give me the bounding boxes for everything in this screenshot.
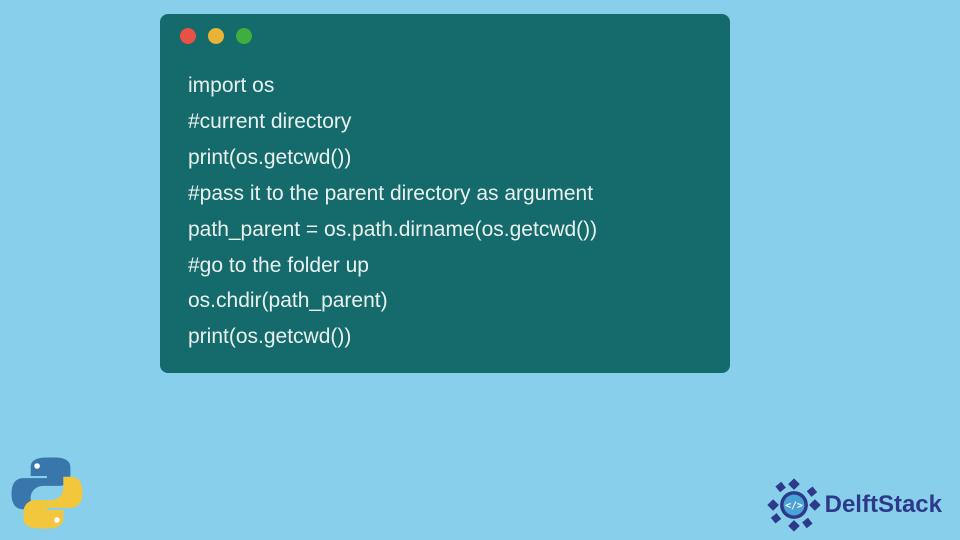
python-logo-icon <box>8 454 86 532</box>
code-line: import os <box>188 68 702 104</box>
code-line: print(os.getcwd()) <box>188 319 702 355</box>
code-line: #current directory <box>188 104 702 140</box>
delftstack-icon: </> <box>765 476 823 534</box>
minimize-icon[interactable] <box>208 28 224 44</box>
code-window: import os #current directory print(os.ge… <box>160 14 730 373</box>
code-line: os.chdir(path_parent) <box>188 283 702 319</box>
maximize-icon[interactable] <box>236 28 252 44</box>
code-body: import os #current directory print(os.ge… <box>160 58 730 355</box>
brand-name: DelftStack <box>825 491 942 519</box>
close-icon[interactable] <box>180 28 196 44</box>
code-line: path_parent = os.path.dirname(os.getcwd(… <box>188 212 702 248</box>
code-line: #pass it to the parent directory as argu… <box>188 176 702 212</box>
svg-text:</>: </> <box>785 500 803 511</box>
brand-logo: </> DelftStack <box>765 476 942 534</box>
window-titlebar <box>160 14 730 58</box>
code-line: #go to the folder up <box>188 248 702 284</box>
code-line: print(os.getcwd()) <box>188 140 702 176</box>
